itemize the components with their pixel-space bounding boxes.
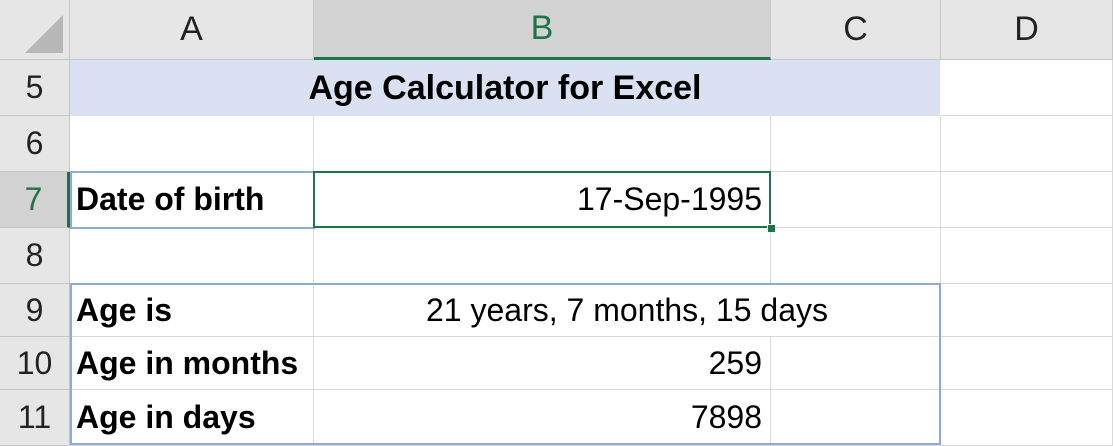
cell-a6[interactable] [70, 116, 314, 172]
cell-b9-age-value[interactable]: 21 years, 7 months, 15 days [314, 284, 941, 337]
column-header-c[interactable]: C [771, 0, 941, 60]
cell-c6[interactable] [771, 116, 941, 172]
cell-c10[interactable] [771, 337, 941, 390]
cell-d11[interactable] [941, 390, 1113, 446]
cell-d7[interactable] [941, 172, 1113, 228]
spreadsheet: A B C D 5 6 7 8 9 10 11 Age Calculator f… [0, 0, 1113, 446]
cell-d6[interactable] [941, 116, 1113, 172]
row-header-6[interactable]: 6 [0, 116, 70, 172]
cell-b8[interactable] [314, 228, 771, 284]
cell-c8[interactable] [771, 228, 941, 284]
cell-a11-days-label[interactable]: Age in days [70, 390, 314, 446]
row-header-5[interactable]: 5 [0, 60, 70, 116]
column-header-a[interactable]: A [70, 0, 314, 60]
cell-a8[interactable] [70, 228, 314, 284]
cell-d5[interactable] [941, 60, 1113, 116]
select-all-button[interactable] [0, 0, 70, 60]
active-cell-selection [313, 171, 771, 228]
cell-c7[interactable] [771, 172, 941, 228]
cell-c11[interactable] [771, 390, 941, 446]
cell-d10[interactable] [941, 337, 1113, 390]
row-header-9[interactable]: 9 [0, 284, 70, 337]
title-cell-a5-c5[interactable]: Age Calculator for Excel [70, 60, 940, 116]
select-all-triangle-icon [25, 15, 63, 53]
cell-a7-dob-label[interactable]: Date of birth [70, 172, 314, 228]
row-header-11[interactable]: 11 [0, 390, 70, 446]
row-header-7[interactable]: 7 [0, 172, 70, 228]
row-header-10[interactable]: 10 [0, 337, 70, 390]
column-header-b[interactable]: B [314, 0, 771, 60]
column-header-d[interactable]: D [941, 0, 1113, 60]
cell-b6[interactable] [314, 116, 771, 172]
cell-d9[interactable] [941, 284, 1113, 337]
cell-a9-age-label[interactable]: Age is [70, 284, 314, 337]
cell-b11-days-value[interactable]: 7898 [314, 390, 771, 446]
row-header-8[interactable]: 8 [0, 228, 70, 284]
cell-d8[interactable] [941, 228, 1113, 284]
cell-b10-months-value[interactable]: 259 [314, 337, 771, 390]
cell-a10-months-label[interactable]: Age in months [70, 337, 314, 390]
fill-handle[interactable] [767, 224, 776, 233]
